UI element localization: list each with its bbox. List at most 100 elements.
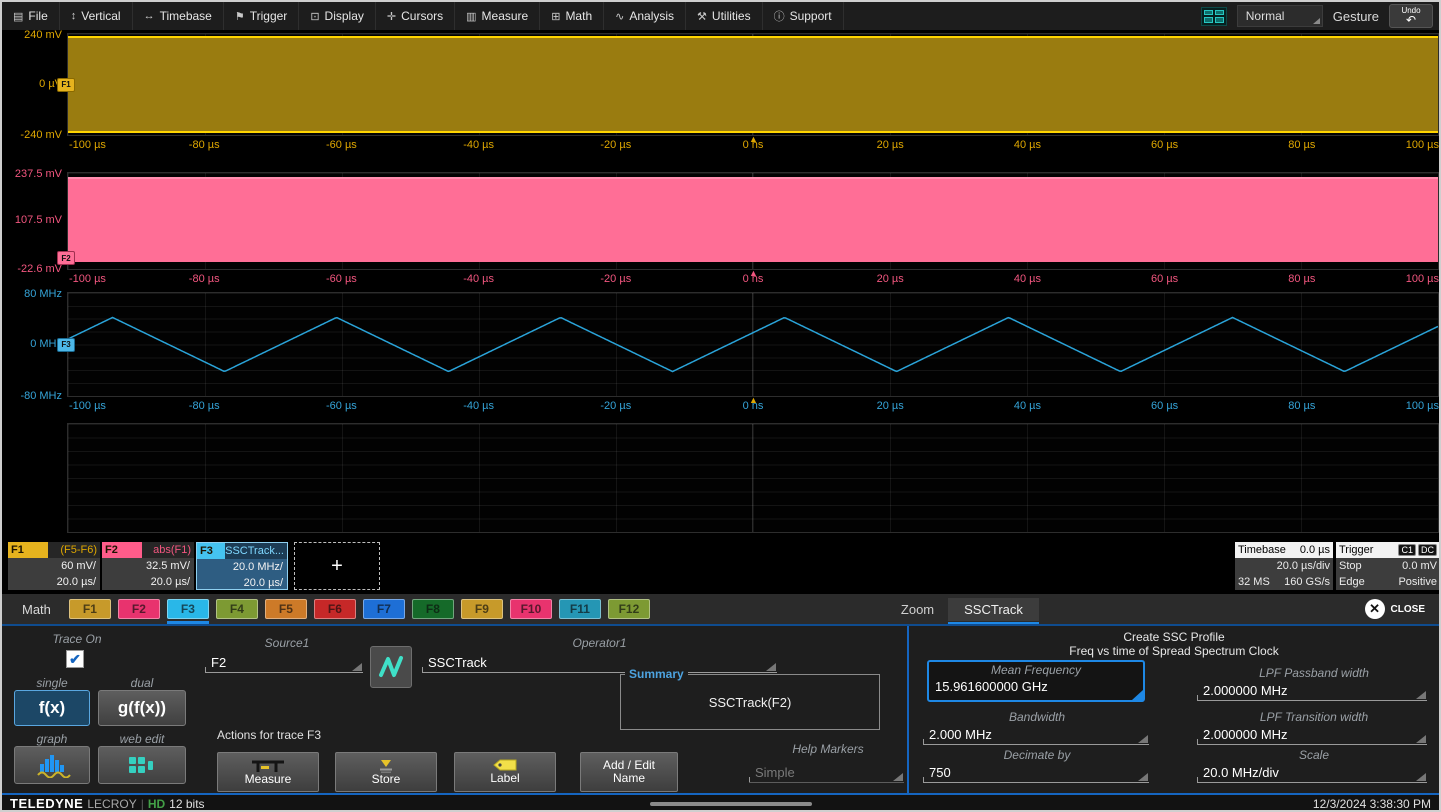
web-edit-label: web edit [97, 732, 187, 746]
store-label: Store [372, 773, 401, 786]
menu-item-vertical[interactable]: ↕Vertical [60, 2, 133, 30]
dual-function-button[interactable]: g(f(x)) [98, 690, 186, 726]
trigger-type: Edge [1339, 574, 1365, 590]
f1-descriptor-box[interactable]: F1(F5-F6) 60 mV/ 20.0 µs/ [8, 542, 100, 590]
trigger-source: C1 [1398, 544, 1416, 556]
ssc-panel-title: Create SSC Profile Freq vs time of Sprea… [909, 630, 1439, 659]
operator1-dropdown[interactable]: SSCTrack [422, 654, 777, 673]
tab-ssctrack[interactable]: SSCTrack [948, 598, 1039, 621]
menu-item-utilities[interactable]: ⚒Utilities [686, 2, 763, 30]
add-edit-name-button[interactable]: Add / Edit Name [580, 752, 678, 792]
tab-f1[interactable]: F1 [69, 599, 111, 619]
web-edit-button[interactable] [98, 746, 186, 784]
operator1-label: Operator1 [422, 636, 777, 650]
bandwidth-label: Bandwidth [929, 710, 1145, 724]
oscilloscope-app: ▤File↕Vertical↔Timebase⚑Trigger⊡Display✛… [0, 0, 1441, 812]
display-layout-icon[interactable] [1201, 7, 1227, 26]
f1-waveform-band [68, 36, 1438, 133]
trigger-info-box[interactable]: Trigger C1DC Stop0.0 mV EdgePositive [1336, 542, 1440, 590]
f1-y-mid-label: 0 µV [4, 78, 62, 90]
store-button[interactable]: Store [335, 752, 437, 792]
decimate-by-dropdown[interactable]: 750 [923, 764, 1149, 783]
tab-f3[interactable]: F3 [167, 599, 209, 619]
single-function-button[interactable]: f(x) [14, 690, 90, 726]
measure-button[interactable]: Measure [217, 752, 319, 792]
menu-item-cursors[interactable]: ✛Cursors [376, 2, 455, 30]
menu-right-controls: Normal Gesture Undo ↶ [1201, 4, 1439, 28]
x-tick-label: 60 µs [1151, 273, 1178, 285]
tab-zoom[interactable]: Zoom [887, 598, 948, 621]
operator-waveform-icon [370, 646, 412, 688]
menu-item-measure[interactable]: ▥Measure [455, 2, 540, 30]
menu-item-timebase[interactable]: ↔Timebase [133, 2, 224, 30]
menu-item-support[interactable]: ⓘSupport [763, 2, 844, 30]
f3-descriptor-formula: SSCTrack... [225, 543, 287, 559]
status-scrollbar-thumb[interactable] [650, 802, 812, 806]
empty-graticule[interactable] [67, 423, 1439, 533]
actions-for-trace-label: Actions for trace F3 [217, 728, 321, 742]
help-markers-dropdown[interactable]: Simple [749, 764, 904, 783]
graticule-f2[interactable]: 237.5 mV 107.5 mV -22.6 mV F2 [67, 172, 1439, 270]
scale-dropdown[interactable]: 20.0 MHz/div [1197, 764, 1427, 783]
graticule-f3[interactable]: 80 MHz 0 MHz -80 MHz F3 [67, 292, 1439, 397]
tab-f11[interactable]: F11 [559, 599, 601, 619]
waveform-display-area: 240 mV 0 µV -240 mV F1 ▲ -100 µs-80 µs-6… [2, 30, 1439, 538]
f1-descriptor-formula: (F5-F6) [48, 542, 100, 558]
label-tag-icon [492, 758, 518, 772]
menu-item-math[interactable]: ⊞Math [540, 2, 604, 30]
mean-frequency-value: 15.961600000 GHz [929, 679, 1143, 694]
graph-view-button[interactable] [14, 746, 90, 784]
mean-frequency-field[interactable]: Mean Frequency 15.961600000 GHz [927, 660, 1145, 702]
f3-descriptor-box-selected[interactable]: F3SSCTrack... 20.0 MHz/ 20.0 µs/ [196, 542, 288, 590]
menu-item-display[interactable]: ⊡Display [299, 2, 376, 30]
x-tick-label: 100 µs [1406, 139, 1439, 151]
bandwidth-dropdown[interactable]: 2.000 MHz [923, 726, 1149, 745]
undo-button[interactable]: Undo ↶ [1389, 4, 1433, 28]
tab-f6[interactable]: F6 [314, 599, 356, 619]
status-bar: TELEDYNE LECROY | HD 12 bits 12/3/2024 3… [2, 795, 1439, 812]
tab-f9[interactable]: F9 [461, 599, 503, 619]
tab-f10[interactable]: F10 [510, 599, 552, 619]
f2-descriptor-box[interactable]: F2abs(F1) 32.5 mV/ 20.0 µs/ [102, 542, 194, 590]
tab-f7[interactable]: F7 [363, 599, 405, 619]
tab-f12[interactable]: F12 [608, 599, 650, 619]
graph-icon [32, 752, 72, 778]
trigger-icon: ⚑ [235, 10, 245, 23]
display-mode-dropdown[interactable]: Normal [1237, 5, 1323, 27]
close-icon[interactable]: ✕ [1365, 599, 1385, 619]
math-dialog: Math F1F2F3F4F5F6F7F8F9F10F11F12 Zoom SS… [2, 594, 1439, 795]
x-tick-label: 20 µs [877, 273, 904, 285]
trace-on-checkbox[interactable]: ✔ [66, 650, 84, 668]
menu-item-trigger[interactable]: ⚑Trigger [224, 2, 299, 30]
tab-f4[interactable]: F4 [216, 599, 258, 619]
source1-dropdown[interactable]: F2 [205, 654, 363, 673]
tab-f5[interactable]: F5 [265, 599, 307, 619]
summary-label: Summary [625, 667, 688, 681]
x-tick-label: 80 µs [1288, 273, 1315, 285]
lpf-transition-dropdown[interactable]: 2.000000 MHz [1197, 726, 1427, 745]
x-tick-label: -20 µs [600, 139, 631, 151]
label-button[interactable]: Label [454, 752, 556, 792]
f1-trace-marker[interactable]: F1 [57, 78, 75, 92]
gesture-label[interactable]: Gesture [1333, 9, 1379, 24]
add-trace-button[interactable]: + [294, 542, 380, 590]
f2-trace-marker[interactable]: F2 [57, 251, 75, 265]
f3-trace-marker[interactable]: F3 [57, 338, 75, 352]
f3-descriptor-id: F3 [197, 543, 225, 559]
menu-item-file[interactable]: ▤File [2, 2, 60, 30]
measure-icon: ▥ [466, 10, 476, 23]
menu-item-analysis[interactable]: ∿Analysis [604, 2, 686, 30]
label-label: Label [490, 772, 519, 785]
close-label: CLOSE [1391, 604, 1425, 615]
timebase-info-box[interactable]: Timebase0.0 µs 20.0 µs/div 32 MS160 GS/s [1235, 542, 1333, 590]
f3-y-bot-label: -80 MHz [4, 390, 62, 402]
x-tick-label: -100 µs [69, 273, 106, 285]
tab-f2[interactable]: F2 [118, 599, 160, 619]
graticule-f1[interactable]: 240 mV 0 µV -240 mV F1 [67, 33, 1439, 136]
x-tick-label: -100 µs [69, 400, 106, 412]
x-tick-label: -40 µs [463, 139, 494, 151]
tab-f8[interactable]: F8 [412, 599, 454, 619]
lpf-passband-dropdown[interactable]: 2.000000 MHz [1197, 682, 1427, 701]
f2-x-axis: ▲ -100 µs-80 µs-60 µs-40 µs-20 µs0 ns20 … [67, 272, 1439, 288]
trigger-source-badge: C1DC [1398, 544, 1437, 556]
